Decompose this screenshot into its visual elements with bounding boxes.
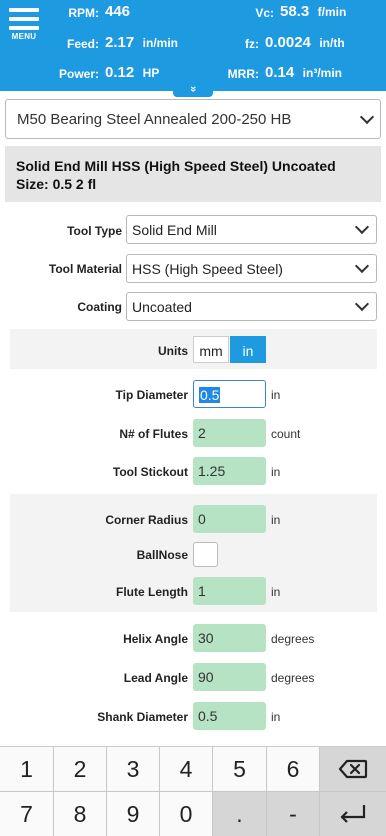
tool-material-select[interactable]: HSS (High Speed Steel) (126, 254, 377, 283)
key-0[interactable]: 0 (160, 792, 213, 836)
key-5[interactable]: 5 (213, 747, 267, 792)
hamburger-icon-line (9, 17, 39, 21)
rpm-label: RPM: (68, 6, 99, 20)
power-label: Power: (58, 67, 99, 81)
enter-key[interactable] (320, 792, 386, 836)
power-stat: Power: 0.12 HP (59, 64, 160, 82)
flutes-unit: count (271, 427, 301, 441)
helix-angle-unit: degrees (271, 632, 315, 646)
shank-diameter-label: Shank Diameter (97, 710, 188, 724)
key-4[interactable]: 4 (160, 747, 213, 792)
numeric-keypad: 1 2 3 4 5 6 7 8 9 0 . - (0, 746, 386, 836)
expand-header-button[interactable]: » (173, 83, 213, 97)
feed-value: 2.17 (105, 34, 135, 51)
tip-diameter-value: 0.5 (199, 387, 221, 403)
ballnose-checkbox[interactable] (193, 542, 218, 567)
mrr-value: 0.14 (265, 64, 295, 81)
helix-angle-input[interactable]: 30 (193, 624, 266, 652)
fz-unit: in/th (319, 36, 345, 50)
backspace-key[interactable] (320, 747, 386, 792)
menu-label: MENU (11, 32, 37, 41)
units-label: Units (158, 344, 188, 358)
stickout-label: Tool Stickout (112, 465, 188, 479)
tool-type-value: Solid End Mill (132, 222, 217, 238)
flute-length-unit: in (271, 585, 281, 599)
tool-summary-size: Size: 0.5 2 fl (16, 176, 97, 192)
key-6[interactable]: 6 (267, 747, 320, 792)
corner-radius-unit: in (271, 513, 281, 527)
corner-radius-input[interactable]: 0 (193, 505, 266, 533)
material-value: M50 Bearing Steel Annealed 200-250 HB (17, 111, 292, 128)
menu-button[interactable]: MENU (6, 8, 42, 44)
key-7[interactable]: 7 (0, 792, 54, 836)
feed-unit: in/min (142, 36, 178, 50)
units-in-option[interactable]: in (230, 336, 266, 363)
top-stats-bar: MENU RPM: 446 Vc: 58.3 f/min Feed: 2.17 … (0, 0, 386, 91)
mrr-stat: MRR: 0.14 in³/min (228, 64, 342, 82)
power-value: 0.12 (105, 64, 135, 81)
chevron-down-icon (354, 296, 370, 312)
tip-diameter-unit: in (271, 388, 281, 402)
rpm-value: 446 (105, 3, 131, 20)
vc-value: 58.3 (280, 3, 310, 20)
lead-angle-input[interactable]: 90 (193, 663, 266, 691)
flutes-label: N# of Flutes (119, 427, 188, 441)
coating-value: Uncoated (132, 299, 192, 315)
flute-length-input[interactable]: 1 (193, 577, 266, 605)
key-2[interactable]: 2 (54, 747, 107, 792)
feed-label: Feed: (66, 37, 99, 51)
tip-diameter-input[interactable]: 0.5 (193, 380, 266, 408)
hamburger-icon (9, 8, 39, 12)
backspace-icon (338, 759, 368, 779)
enter-icon (340, 805, 366, 823)
double-chevron-down-icon: » (187, 85, 199, 93)
tool-type-label: Tool Type (67, 224, 122, 238)
flute-length-label: Flute Length (116, 585, 188, 599)
tool-material-value: HSS (High Speed Steel) (132, 261, 283, 277)
units-mm-option[interactable]: mm (193, 336, 229, 363)
units-toggle[interactable]: mm in (193, 336, 266, 363)
shank-diameter-unit: in (271, 710, 281, 724)
stickout-unit: in (271, 465, 281, 479)
chevron-down-icon (354, 258, 370, 274)
corner-radius-label: Corner Radius (105, 513, 188, 527)
material-select[interactable]: M50 Bearing Steel Annealed 200-250 HB (5, 99, 381, 139)
lead-angle-label: Lead Angle (123, 671, 188, 685)
shank-diameter-input[interactable]: 0.5 (193, 702, 266, 730)
hamburger-icon-line (9, 26, 39, 30)
fz-stat: fz: 0.0024 in/th (245, 34, 345, 52)
key-9[interactable]: 9 (107, 792, 160, 836)
vc-unit: f/min (317, 5, 347, 19)
key-3[interactable]: 3 (107, 747, 160, 792)
vc-label: Vc: (255, 6, 274, 20)
mrr-unit: in³/min (302, 66, 342, 80)
key-minus[interactable]: - (267, 792, 320, 836)
chevron-down-icon (359, 109, 375, 125)
rpm-stat: RPM: 446 (68, 3, 131, 21)
fz-value: 0.0024 (265, 34, 311, 51)
chevron-down-icon (354, 219, 370, 235)
coating-select[interactable]: Uncoated (126, 292, 377, 321)
lead-angle-unit: degrees (271, 671, 315, 685)
power-unit: HP (142, 66, 160, 80)
tip-diameter-label: Tip Diameter (115, 388, 188, 402)
coating-label: Coating (77, 300, 122, 314)
ballnose-label: BallNose (136, 548, 188, 562)
feed-stat: Feed: 2.17 in/min (67, 34, 178, 52)
stickout-input[interactable]: 1.25 (193, 457, 266, 485)
key-8[interactable]: 8 (54, 792, 107, 836)
mrr-label: MRR: (227, 67, 259, 81)
key-decimal[interactable]: . (213, 792, 267, 836)
fz-label: fz: (245, 37, 259, 51)
vc-stat: Vc: 58.3 f/min (255, 3, 347, 21)
key-1[interactable]: 1 (0, 747, 54, 792)
flutes-input[interactable]: 2 (193, 419, 266, 447)
helix-angle-label: Helix Angle (123, 632, 188, 646)
tool-type-select[interactable]: Solid End Mill (126, 215, 377, 244)
tool-summary: Solid End Mill HSS (High Speed Steel) Un… (5, 146, 381, 202)
tool-summary-title: Solid End Mill HSS (High Speed Steel) Un… (16, 158, 336, 174)
tool-material-label: Tool Material (48, 262, 122, 276)
